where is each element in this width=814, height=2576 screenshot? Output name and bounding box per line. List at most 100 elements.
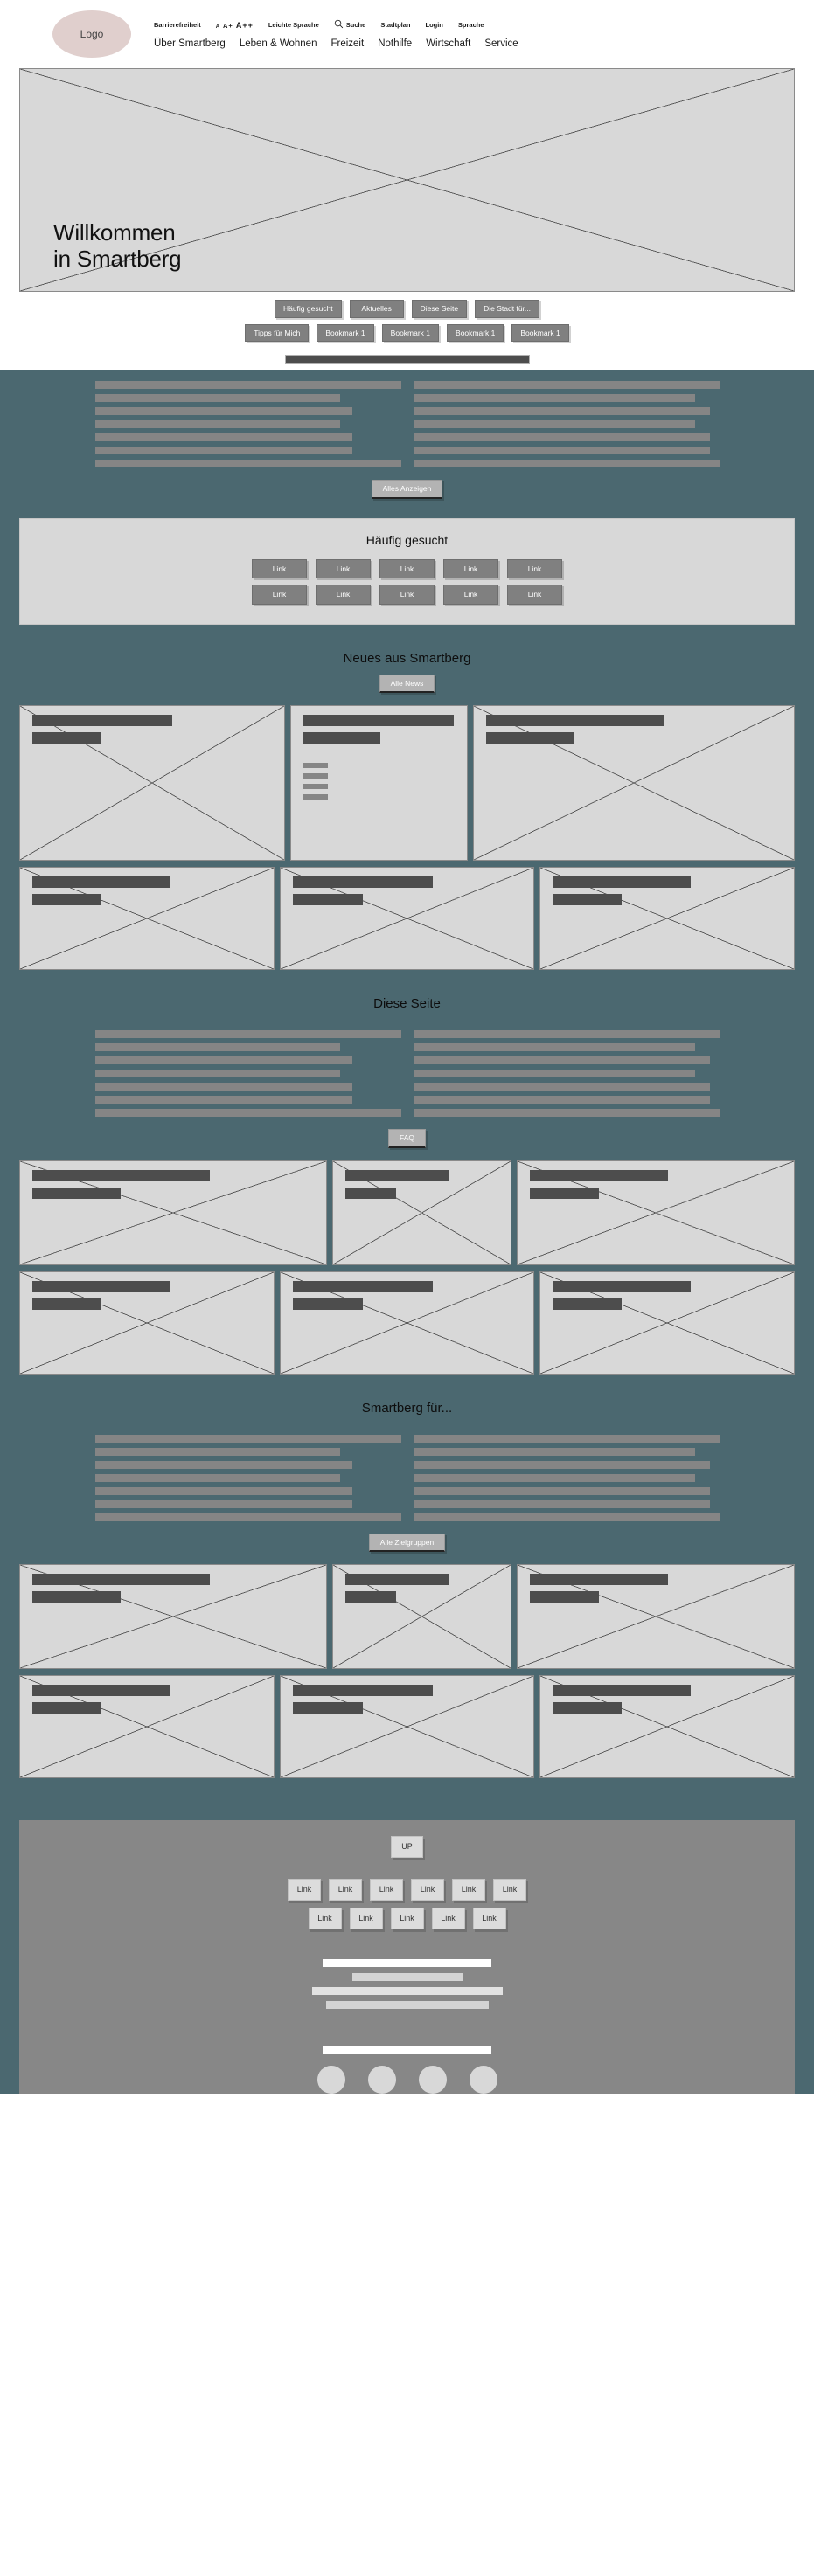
social-icon-1[interactable] <box>317 2066 345 2094</box>
content-card[interactable] <box>539 1271 796 1375</box>
all-news-button[interactable]: Alle News <box>379 674 435 693</box>
card-subtitle-placeholder <box>32 894 101 905</box>
haeufig-link-8[interactable]: Link <box>379 585 435 605</box>
meta-nav-item-stadtplan[interactable]: Stadtplan <box>380 21 410 29</box>
hero-title-line-1: Willkommen <box>53 219 176 246</box>
footer-link-7[interactable]: Link <box>308 1908 342 1929</box>
footer-link-10[interactable]: Link <box>431 1908 465 1929</box>
footer-link-8[interactable]: Link <box>349 1908 383 1929</box>
font-size-small[interactable]: A <box>216 24 220 30</box>
footer-wrapper: UP Link Link Link Link Link Link Link Li… <box>0 1778 814 2094</box>
footer-link-5[interactable]: Link <box>452 1879 485 1901</box>
scroll-to-top-button[interactable]: UP <box>391 1836 423 1858</box>
bookmark-button-1[interactable]: Bookmark 1 <box>317 323 374 342</box>
haeufig-link-4[interactable]: Link <box>443 558 498 578</box>
zielgruppe-card[interactable] <box>539 1675 796 1778</box>
alle-zielgruppen-button[interactable]: Alle Zielgruppen <box>368 1533 446 1552</box>
nav-item-service[interactable]: Service <box>484 38 518 49</box>
faq-button[interactable]: FAQ <box>387 1129 426 1148</box>
font-size-medium[interactable]: A+ <box>223 22 233 30</box>
quick-button-aktuelles[interactable]: Aktuelles <box>349 300 404 318</box>
bookmark-button-4[interactable]: Bookmark 1 <box>511 323 569 342</box>
text-placeholder-line <box>413 420 695 428</box>
text-placeholder-line <box>94 1499 352 1508</box>
content-card[interactable] <box>279 1271 535 1375</box>
social-icon-2[interactable] <box>367 2066 396 2094</box>
card-subtitle-placeholder <box>553 1702 623 1714</box>
zielgruppe-card[interactable] <box>279 1675 535 1778</box>
nav-item-ueber-smartberg[interactable]: Über Smartberg <box>154 38 226 49</box>
text-placeholder-line <box>413 1447 695 1456</box>
text-placeholder-line <box>94 1486 352 1495</box>
card-subtitle-placeholder <box>32 1702 101 1714</box>
card-subtitle-placeholder <box>292 894 363 905</box>
haeufig-link-10[interactable]: Link <box>507 585 562 605</box>
show-all-button[interactable]: Alles Anzeigen <box>371 480 443 499</box>
zielgruppen-section: Smartberg für... Alle Zielgruppen <box>0 1375 814 1778</box>
content-card[interactable] <box>517 1160 795 1265</box>
bookmark-button-3[interactable]: Bookmark 1 <box>447 323 504 342</box>
footer-link-row-1: Link Link Link Link Link Link <box>288 1879 526 1901</box>
nav-item-freizeit[interactable]: Freizeit <box>330 38 364 49</box>
zielgruppe-card[interactable] <box>19 1675 275 1778</box>
footer-link-grid: Link Link Link Link Link Link Link Link … <box>19 1879 795 1929</box>
card-title-placeholder <box>486 715 664 726</box>
news-card[interactable] <box>539 867 796 970</box>
site-logo[interactable]: Logo <box>52 10 131 58</box>
search-label: Suche <box>345 21 366 29</box>
content-card[interactable] <box>332 1160 511 1265</box>
diese-seite-card-row-1 <box>19 1160 795 1265</box>
news-card[interactable] <box>279 867 535 970</box>
zielgruppe-card[interactable] <box>332 1564 511 1669</box>
quick-button-diese-seite[interactable]: Diese Seite <box>411 300 468 318</box>
content-card[interactable] <box>19 1271 275 1375</box>
meta-nav-item-login[interactable]: Login <box>425 21 442 29</box>
haeufig-link-7[interactable]: Link <box>316 585 371 605</box>
text-placeholder-line <box>323 1959 491 1967</box>
text-placeholder-line <box>351 1973 463 1981</box>
zielgruppen-card-grid <box>0 1552 814 1778</box>
meta-nav-item-leichte-sprache[interactable]: Leichte Sprache <box>268 21 319 29</box>
quick-button-haeufig-gesucht[interactable]: Häufig gesucht <box>274 300 342 318</box>
footer-link-11[interactable]: Link <box>472 1908 506 1929</box>
meta-nav-item-barrierefreiheit[interactable]: Barrierefreiheit <box>154 21 201 29</box>
quick-button-die-stadt-fuer[interactable]: Die Stadt für... <box>475 300 540 318</box>
meta-nav-item-sprache[interactable]: Sprache <box>458 21 484 29</box>
haeufig-gesucht-title: Häufig gesucht <box>365 532 449 547</box>
content-card[interactable] <box>19 1160 327 1265</box>
footer-link-1[interactable]: Link <box>288 1879 321 1901</box>
news-card[interactable] <box>473 705 795 861</box>
nav-item-leben-wohnen[interactable]: Leben & Wohnen <box>240 38 317 49</box>
footer-link-4[interactable]: Link <box>411 1879 444 1901</box>
news-card-list[interactable] <box>290 705 468 861</box>
zielgruppe-card[interactable] <box>19 1564 327 1669</box>
footer-link-2[interactable]: Link <box>329 1879 362 1901</box>
haeufig-link-5[interactable]: Link <box>507 558 562 578</box>
meta-nav-item-suche[interactable]: Suche <box>334 19 366 31</box>
intro-column-left <box>94 381 401 467</box>
list-item <box>303 763 328 768</box>
haeufig-link-1[interactable]: Link <box>252 558 307 578</box>
card-subtitle-placeholder <box>292 1298 363 1310</box>
font-size-large[interactable]: A++ <box>236 21 254 30</box>
news-card[interactable] <box>19 705 285 861</box>
diese-seite-card-grid <box>0 1148 814 1375</box>
footer-link-6[interactable]: Link <box>493 1879 526 1901</box>
text-placeholder-line <box>94 433 352 441</box>
zielgruppe-card[interactable] <box>517 1564 795 1669</box>
bookmark-button-2[interactable]: Bookmark 1 <box>381 323 440 342</box>
nav-item-nothilfe[interactable]: Nothilfe <box>378 38 412 49</box>
diese-seite-action-row: FAQ <box>0 1117 814 1148</box>
haeufig-link-2[interactable]: Link <box>316 558 371 578</box>
social-icon-3[interactable] <box>418 2066 447 2094</box>
haeufig-link-3[interactable]: Link <box>379 558 435 578</box>
news-card[interactable] <box>19 867 275 970</box>
nav-item-wirtschaft[interactable]: Wirtschaft <box>426 38 470 49</box>
font-size-icon[interactable]: A A+ A++ <box>216 21 254 30</box>
haeufig-link-9[interactable]: Link <box>443 585 498 605</box>
footer-link-9[interactable]: Link <box>390 1908 424 1929</box>
haeufig-link-6[interactable]: Link <box>252 585 307 605</box>
social-icon-4[interactable] <box>469 2066 497 2094</box>
footer-link-3[interactable]: Link <box>370 1879 403 1901</box>
quick-button-tipps-fuer-mich[interactable]: Tipps für Mich <box>245 323 310 342</box>
